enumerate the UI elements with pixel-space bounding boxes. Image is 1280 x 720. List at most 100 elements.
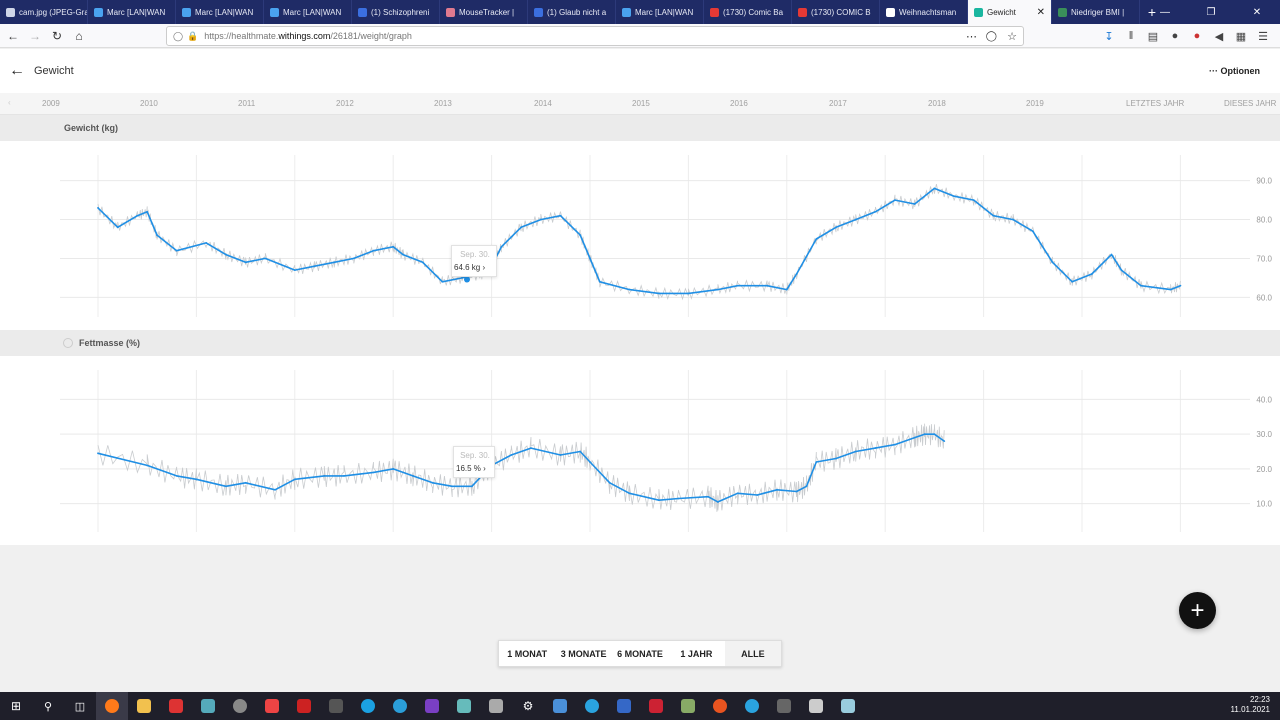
app-icon-slack[interactable] <box>448 692 480 720</box>
weight-data-point <box>766 284 769 287</box>
options-button[interactable]: ··· Optionen <box>1209 66 1260 76</box>
app-icon-telegram2[interactable] <box>736 692 768 720</box>
tooltip-chevron-icon[interactable]: › <box>482 263 485 272</box>
tooltip-chevron-icon[interactable]: › <box>483 464 486 473</box>
browser-tab[interactable]: Marc [LAN|WAN <box>88 0 176 24</box>
timeline-this-year[interactable]: DIESES JAHR <box>1224 99 1276 108</box>
browser-tab[interactable]: (1730) COMIC B <box>792 0 880 24</box>
app-icon-red[interactable] <box>160 692 192 720</box>
settings-icon[interactable]: ⚙ <box>512 692 544 720</box>
browser-tab[interactable]: cam.jpg (JPEG-Grafik <box>0 0 88 24</box>
timeline-last-year[interactable]: LETZTES JAHR <box>1126 99 1184 108</box>
range-button[interactable]: 3 MONATE <box>555 641 611 666</box>
timeline-year[interactable]: 2012 <box>336 99 354 108</box>
app-icon-x[interactable] <box>672 692 704 720</box>
browser-tab[interactable]: Gewicht ✕ <box>968 0 1052 24</box>
windows-start-icon[interactable]: ⊞ <box>0 692 32 720</box>
system-clock[interactable]: 22:23 11.01.2021 <box>1231 695 1270 715</box>
range-button[interactable]: 6 MONATE <box>612 641 668 666</box>
edge-icon[interactable] <box>384 692 416 720</box>
app-icon-circle[interactable] <box>224 692 256 720</box>
weight-tooltip[interactable]: Sep. 30. 64.6 kg › <box>451 245 497 277</box>
fat-tooltip[interactable]: Sep. 30. 16.5 % › <box>453 446 495 478</box>
app-icon-files[interactable] <box>832 692 864 720</box>
browser-tab[interactable]: Marc [LAN|WAN <box>176 0 264 24</box>
skype-icon[interactable] <box>352 692 384 720</box>
app-icon-terminal[interactable] <box>320 692 352 720</box>
bookmark-star-icon[interactable]: ☆ <box>1007 30 1017 43</box>
weight-data-point <box>313 265 316 268</box>
app-icon-q[interactable] <box>608 692 640 720</box>
close-window-icon[interactable]: ✕ <box>1234 0 1280 24</box>
file-explorer-icon[interactable] <box>128 692 160 720</box>
add-measurement-button[interactable]: + <box>1179 592 1216 629</box>
app-icon-purple[interactable] <box>416 692 448 720</box>
app-icon-blue[interactable] <box>192 692 224 720</box>
range-button[interactable]: ALLE <box>724 641 782 666</box>
timeline-year[interactable]: 2010 <box>140 99 158 108</box>
browser-tab[interactable]: Marc [LAN|WAN <box>264 0 352 24</box>
timeline-year[interactable]: 2009 <box>42 99 60 108</box>
weight-selected-point[interactable] <box>464 276 470 283</box>
timeline-year[interactable]: 2014 <box>534 99 552 108</box>
account-icon[interactable]: ● <box>1166 30 1184 42</box>
app-icon-dark[interactable] <box>288 692 320 720</box>
home-icon[interactable]: ⌂ <box>68 25 90 47</box>
timeline-year[interactable]: 2018 <box>928 99 946 108</box>
browser-tab[interactable]: MouseTracker | <box>440 0 528 24</box>
browser-tab[interactable]: (1730) Comic Ba <box>704 0 792 24</box>
range-button[interactable]: 1 MONAT <box>499 641 555 666</box>
close-tab-icon[interactable]: ✕ <box>1037 7 1045 18</box>
restore-icon[interactable]: ❐ <box>1188 0 1234 24</box>
back-arrow-icon[interactable]: ← <box>9 62 25 80</box>
page-actions-icon[interactable]: ⋯ <box>966 30 977 43</box>
back-icon[interactable]: ← <box>2 25 24 47</box>
app-icon-grey[interactable] <box>480 692 512 720</box>
browser-tab[interactable]: (1) Schizophreni <box>352 0 440 24</box>
browser-tab[interactable]: (1) Glaub nicht a <box>528 0 616 24</box>
timeline-year[interactable]: 2011 <box>238 99 255 108</box>
timeline-year[interactable]: 2013 <box>434 99 452 108</box>
app-icon-c[interactable] <box>256 692 288 720</box>
firefox-icon[interactable] <box>96 692 128 720</box>
pocket-icon[interactable]: ◯ <box>986 31 997 42</box>
timeline-prev-icon[interactable]: ‹ <box>8 98 11 107</box>
url-bar[interactable]: ◯ 🔒 https://healthmate. withings.com/2618… <box>166 26 1024 46</box>
telegram-icon[interactable] <box>576 692 608 720</box>
weight-series-line[interactable] <box>97 187 1181 295</box>
browser-tab-label: Marc [LAN|WAN <box>635 7 694 17</box>
browser-tab[interactable]: Marc [LAN|WAN <box>616 0 704 24</box>
app-icon-chat[interactable] <box>544 692 576 720</box>
timeline-year[interactable]: 2017 <box>829 99 847 108</box>
sidebar-icon[interactable]: ▤ <box>1144 30 1162 43</box>
puzzle-icon[interactable]: ▦ <box>1232 30 1250 43</box>
extension-icon[interactable]: ● <box>1188 30 1206 42</box>
weight-chart-svg[interactable]: 60.0 70.0 80.0 90.0 <box>0 141 1280 330</box>
info-circle-icon[interactable] <box>63 338 73 348</box>
range-button[interactable]: 1 JAHR <box>668 641 724 666</box>
ubuntu-icon[interactable] <box>704 692 736 720</box>
megaphone-icon[interactable]: ◀ <box>1210 30 1228 43</box>
more-dots-icon: ··· <box>1209 66 1221 76</box>
menu-icon[interactable]: ☰ <box>1254 30 1272 43</box>
app-icon-notes[interactable] <box>800 692 832 720</box>
fat-chart-svg[interactable]: 10.0 20.0 30.0 40.0 <box>0 356 1280 545</box>
forward-icon[interactable]: → <box>24 25 46 47</box>
browser-tab[interactable]: Niedriger BMI | <box>1052 0 1140 24</box>
app-icon-triangle[interactable] <box>640 692 672 720</box>
library-icon[interactable]: ‖ <box>1122 30 1140 42</box>
timeline-year[interactable]: 2016 <box>730 99 748 108</box>
weight-chart[interactable]: 60.0 70.0 80.0 90.0 Sep. 30. 64.6 kg › <box>0 141 1280 330</box>
task-view-icon[interactable]: ◫ <box>64 692 96 720</box>
browser-tab[interactable]: Weihnachtsman <box>880 0 968 24</box>
weight-panel-header: Gewicht (kg) <box>0 115 1280 141</box>
timeline-year[interactable]: 2015 <box>632 99 650 108</box>
fat-chart[interactable]: 10.0 20.0 30.0 40.0 Sep. 30. 16.5 % › <box>0 356 1280 545</box>
shield-icon[interactable]: ◯ <box>173 31 183 42</box>
search-icon[interactable]: ⚲ <box>32 692 64 720</box>
timeline-year[interactable]: 2019 <box>1026 99 1044 108</box>
reload-icon[interactable]: ↻ <box>46 25 68 47</box>
minimize-icon[interactable]: — <box>1142 0 1188 24</box>
download-icon[interactable]: ↧ <box>1100 30 1118 43</box>
app-icon-monitor[interactable] <box>768 692 800 720</box>
